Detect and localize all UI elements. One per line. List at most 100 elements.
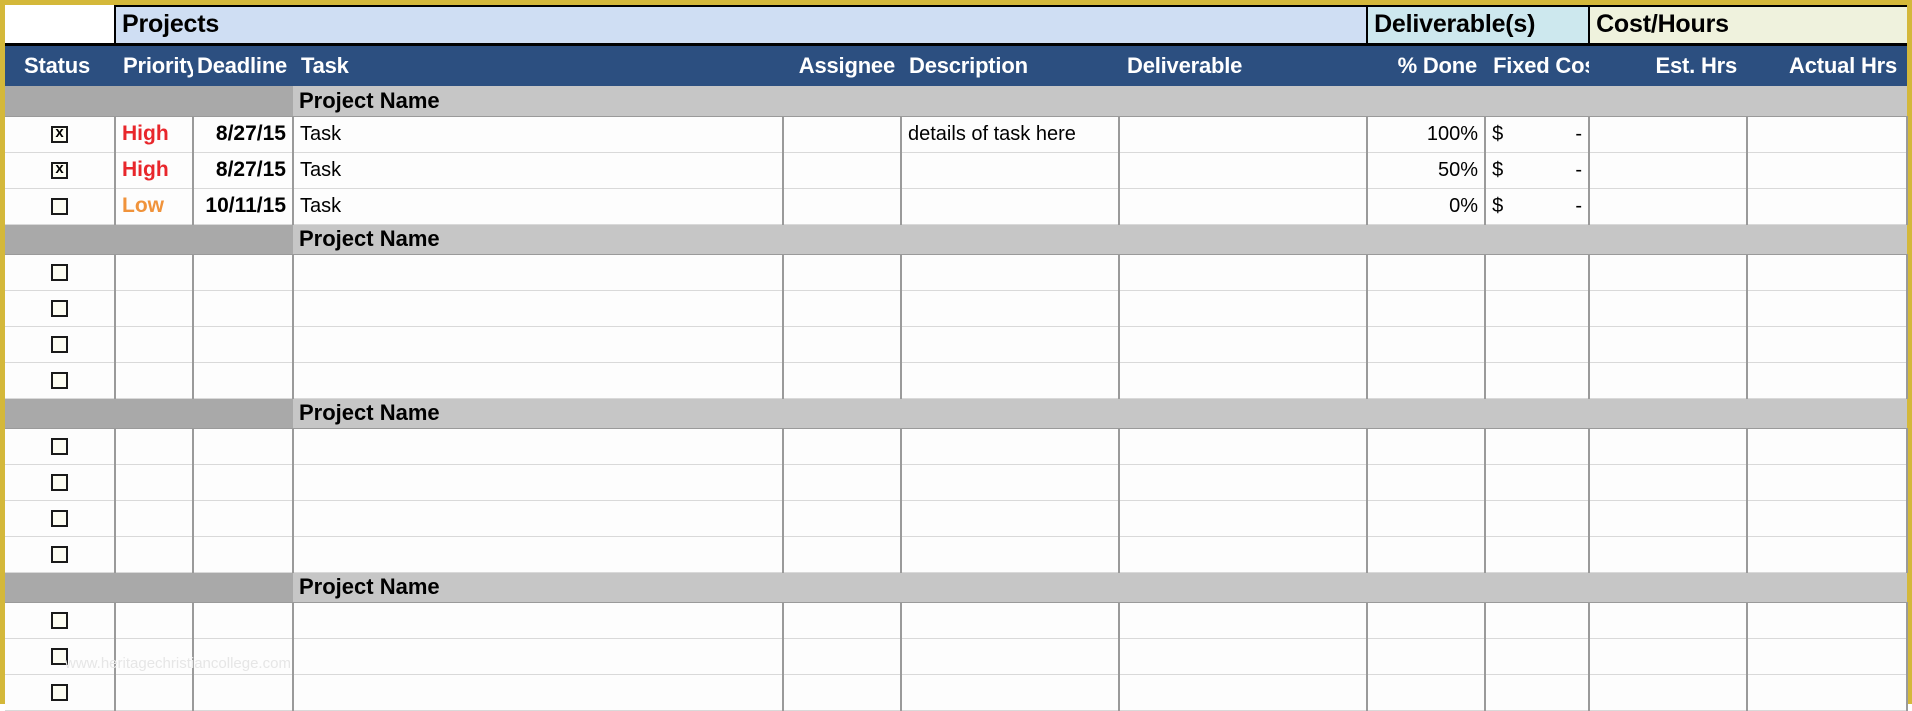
percent-done-cell[interactable]: 100% bbox=[1367, 116, 1487, 153]
column-header-status[interactable]: Status bbox=[5, 44, 115, 86]
column-header-description[interactable]: Description bbox=[901, 44, 1119, 86]
actual-hrs-cell[interactable] bbox=[1747, 638, 1909, 675]
priority-cell[interactable] bbox=[115, 362, 194, 399]
table-row[interactable] bbox=[5, 464, 1909, 501]
checkbox-unchecked-icon[interactable] bbox=[51, 371, 68, 389]
assignee-cell[interactable] bbox=[783, 674, 902, 711]
priority-cell[interactable] bbox=[115, 674, 194, 711]
assignee-cell[interactable] bbox=[783, 536, 902, 573]
actual-hrs-cell[interactable] bbox=[1747, 536, 1909, 573]
priority-cell[interactable] bbox=[115, 290, 194, 327]
description-cell[interactable] bbox=[901, 500, 1120, 537]
description-cell[interactable] bbox=[901, 188, 1120, 225]
table-row[interactable]: Low 10/11/15 Task 0% $ - bbox=[5, 188, 1909, 225]
fixed-cost-cell[interactable] bbox=[1485, 536, 1591, 573]
status-cell[interactable] bbox=[5, 428, 116, 465]
actual-hrs-cell[interactable] bbox=[1747, 254, 1909, 291]
fixed-cost-cell[interactable] bbox=[1485, 602, 1591, 639]
priority-cell[interactable] bbox=[115, 464, 194, 501]
actual-hrs-cell[interactable] bbox=[1747, 116, 1909, 153]
deliverable-cell[interactable] bbox=[1119, 116, 1369, 153]
priority-cell[interactable] bbox=[115, 428, 194, 465]
est-hrs-cell[interactable] bbox=[1589, 536, 1749, 573]
est-hrs-cell[interactable] bbox=[1589, 290, 1749, 327]
priority-cell[interactable] bbox=[115, 536, 194, 573]
task-cell[interactable] bbox=[293, 602, 784, 639]
priority-cell[interactable]: Low bbox=[115, 188, 194, 225]
table-row[interactable]: High8/27/15Task50%$- bbox=[5, 152, 1909, 189]
column-header-task[interactable]: Task bbox=[293, 44, 783, 86]
checkbox-unchecked-icon[interactable] bbox=[51, 509, 68, 527]
task-cell[interactable] bbox=[293, 674, 784, 711]
percent-done-cell[interactable] bbox=[1367, 254, 1487, 291]
fixed-cost-cell[interactable]: $ - bbox=[1485, 152, 1591, 189]
status-cell[interactable] bbox=[5, 500, 116, 537]
deliverable-cell[interactable] bbox=[1119, 362, 1369, 399]
actual-hrs-cell[interactable] bbox=[1747, 602, 1909, 639]
description-cell[interactable] bbox=[901, 638, 1120, 675]
fixed-cost-cell[interactable] bbox=[1485, 428, 1591, 465]
column-header-percent-done[interactable]: % Done bbox=[1367, 44, 1486, 86]
deliverable-cell[interactable] bbox=[1119, 536, 1369, 573]
checkbox-unchecked-icon[interactable] bbox=[51, 335, 68, 353]
task-cell[interactable] bbox=[293, 254, 784, 291]
est-hrs-cell[interactable] bbox=[1589, 602, 1749, 639]
fixed-cost-cell[interactable] bbox=[1485, 362, 1591, 399]
assignee-cell[interactable] bbox=[783, 602, 902, 639]
assignee-cell[interactable] bbox=[783, 428, 902, 465]
percent-done-cell[interactable] bbox=[1367, 500, 1487, 537]
fixed-cost-cell[interactable] bbox=[1485, 290, 1591, 327]
est-hrs-cell[interactable] bbox=[1589, 500, 1749, 537]
column-header-actual-hrs[interactable]: Actual Hrs bbox=[1747, 44, 1908, 86]
table-row[interactable] bbox=[5, 602, 1909, 639]
priority-cell[interactable] bbox=[115, 326, 194, 363]
table-row[interactable] bbox=[5, 428, 1909, 465]
description-cell[interactable]: details of task here bbox=[901, 116, 1120, 153]
task-cell[interactable] bbox=[293, 362, 784, 399]
task-cell[interactable] bbox=[293, 464, 784, 501]
actual-hrs-cell[interactable] bbox=[1747, 674, 1909, 711]
assignee-cell[interactable] bbox=[783, 188, 902, 225]
status-cell[interactable] bbox=[5, 638, 116, 675]
est-hrs-cell[interactable] bbox=[1589, 464, 1749, 501]
task-cell[interactable] bbox=[293, 290, 784, 327]
table-row[interactable] bbox=[5, 362, 1909, 399]
fixed-cost-cell[interactable] bbox=[1485, 674, 1591, 711]
assignee-cell[interactable] bbox=[783, 254, 902, 291]
priority-cell[interactable] bbox=[115, 500, 194, 537]
column-header-deliverable[interactable]: Deliverable bbox=[1119, 44, 1368, 86]
deadline-cell[interactable]: 8/27/15 bbox=[193, 116, 294, 153]
priority-cell[interactable] bbox=[115, 638, 194, 675]
assignee-cell[interactable] bbox=[783, 116, 902, 153]
table-row[interactable] bbox=[5, 638, 1909, 675]
deliverable-cell[interactable] bbox=[1119, 188, 1369, 225]
est-hrs-cell[interactable] bbox=[1589, 428, 1749, 465]
task-cell[interactable] bbox=[293, 638, 784, 675]
status-cell[interactable] bbox=[5, 188, 116, 225]
table-row[interactable] bbox=[5, 254, 1909, 291]
description-cell[interactable] bbox=[901, 674, 1120, 711]
checkbox-unchecked-icon[interactable] bbox=[51, 197, 68, 215]
deadline-cell[interactable] bbox=[193, 602, 294, 639]
deadline-cell[interactable] bbox=[193, 464, 294, 501]
deadline-cell[interactable] bbox=[193, 536, 294, 573]
assignee-cell[interactable] bbox=[783, 326, 902, 363]
table-row[interactable] bbox=[5, 674, 1909, 711]
percent-done-cell[interactable] bbox=[1367, 362, 1487, 399]
actual-hrs-cell[interactable] bbox=[1747, 428, 1909, 465]
percent-done-cell[interactable] bbox=[1367, 602, 1487, 639]
deadline-cell[interactable] bbox=[193, 638, 294, 675]
checkbox-unchecked-icon[interactable] bbox=[51, 545, 68, 563]
column-header-priority[interactable]: Priority bbox=[115, 44, 193, 86]
task-cell[interactable] bbox=[293, 500, 784, 537]
deadline-cell[interactable] bbox=[193, 428, 294, 465]
table-row[interactable] bbox=[5, 500, 1909, 537]
task-cell[interactable]: Task bbox=[293, 152, 784, 189]
checkbox-unchecked-icon[interactable] bbox=[51, 473, 68, 491]
percent-done-cell[interactable] bbox=[1367, 638, 1487, 675]
description-cell[interactable] bbox=[901, 362, 1120, 399]
deliverable-cell[interactable] bbox=[1119, 254, 1369, 291]
checkbox-unchecked-icon[interactable] bbox=[51, 647, 68, 665]
status-cell[interactable] bbox=[5, 464, 116, 501]
status-cell[interactable] bbox=[5, 326, 116, 363]
